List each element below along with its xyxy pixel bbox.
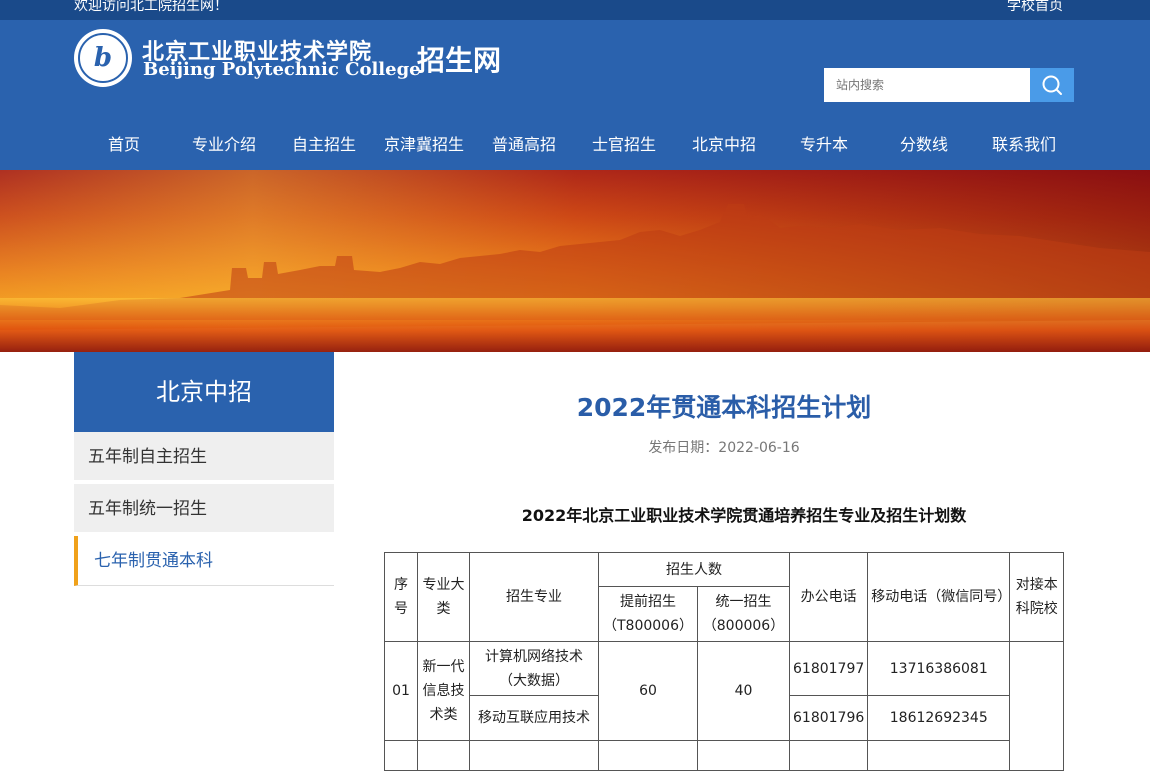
cell-unified: 40 [697, 641, 790, 741]
nav-item-nco-admission[interactable]: 士官招生 [574, 130, 674, 160]
cell-partner [1009, 641, 1065, 771]
cell-empty [867, 740, 1011, 771]
cell-category: 新一代信息技术类 [417, 641, 470, 741]
main-nav: 首页 专业介绍 自主招生 京津冀招生 普通高招 士官招生 北京中招 专升本 分数… [74, 130, 1074, 160]
school-logo[interactable]: b [74, 29, 132, 87]
site-header: b 北京工业职业技术学院 Beijing Polytechnic College… [0, 20, 1150, 170]
school-name-en: Beijing Polytechnic College [143, 59, 421, 80]
table-title: 2022年北京工业职业技术学院贯通培养招生专业及招生计划数 [521, 506, 967, 525]
cell-seq: 01 [384, 641, 418, 741]
search-input[interactable] [824, 68, 1030, 102]
top-bar: 欢迎访问北工院招生网！ 学校首页 [0, 0, 1150, 20]
nav-item-contact[interactable]: 联系我们 [974, 130, 1074, 160]
publish-date: 发布日期：2022-06-16 [648, 440, 800, 456]
cell-major: 计算机网络技术（大数据） [469, 641, 599, 696]
cell-empty [469, 740, 599, 771]
nav-item-scores[interactable]: 分数线 [874, 130, 974, 160]
cell-empty [598, 740, 698, 771]
sidebar-title: 北京中招 [74, 352, 334, 432]
site-name: 招生网 [417, 44, 502, 77]
logo-mark: b [93, 43, 113, 73]
search-icon [1042, 75, 1062, 95]
cell-empty [417, 740, 470, 771]
cell-mobile: 18612692345 [867, 695, 1011, 741]
header-office-phone: 办公电话 [788, 552, 869, 642]
banner-water [0, 298, 1150, 352]
cell-mobile: 13716386081 [867, 641, 1011, 696]
search-button[interactable] [1030, 68, 1074, 102]
header-category: 专业大类 [417, 552, 470, 642]
nav-item-home[interactable]: 首页 [74, 130, 174, 160]
site-search [824, 68, 1074, 102]
cell-empty [384, 740, 418, 771]
header-mobile: 移动电话（微信同号） [867, 552, 1011, 642]
cell-empty [788, 740, 869, 771]
header-enroll: 招生人数 [598, 552, 790, 587]
header-partner: 对接本科院校 [1009, 552, 1065, 642]
nav-item-independent-admission[interactable]: 自主招生 [274, 130, 374, 160]
sidebar-item-seven-year-undergrad[interactable]: 七年制贯通本科 [74, 536, 334, 586]
sidebar-item-five-year-independent[interactable]: 五年制自主招生 [74, 432, 334, 482]
school-home-link[interactable]: 学校首页 [1007, 0, 1063, 16]
cell-office-phone: 61801797 [788, 641, 869, 696]
sidebar-item-five-year-unified[interactable]: 五年制统一招生 [74, 484, 334, 534]
table-header-row: 序号 专业大类 招生专业 招生人数 办公电话 移动电话（微信同号） 对接本科院校 [384, 552, 1065, 642]
table-row [384, 740, 1064, 771]
header-advance: 提前招生（T800006） [598, 586, 698, 642]
enrollment-plan-table: 序号 专业大类 招生专业 招生人数 办公电话 移动电话（微信同号） 对接本科院校… [384, 552, 1065, 771]
nav-item-upgrade[interactable]: 专升本 [774, 130, 874, 160]
header-major: 招生专业 [469, 552, 599, 642]
header-seq: 序号 [384, 552, 418, 642]
nav-item-jingjinji[interactable]: 京津冀招生 [374, 130, 474, 160]
hero-banner [0, 170, 1150, 352]
header-unified: 统一招生（800006） [697, 586, 790, 642]
cell-advance: 60 [598, 641, 698, 741]
welcome-text: 欢迎访问北工院招生网！ [74, 0, 228, 14]
nav-item-general-admission[interactable]: 普通高招 [474, 130, 574, 160]
cell-office-phone: 61801796 [788, 695, 869, 741]
table-row: 01 新一代信息技术类 计算机网络技术（大数据） 60 40 61801797 … [384, 641, 1065, 771]
article-title: 2022年贯通本科招生计划 [576, 393, 872, 422]
nav-item-beijing-zhongzhao[interactable]: 北京中招 [674, 130, 774, 160]
cell-major: 移动互联应用技术 [469, 695, 599, 741]
cell-empty [697, 740, 790, 771]
nav-item-majors[interactable]: 专业介绍 [174, 130, 274, 160]
